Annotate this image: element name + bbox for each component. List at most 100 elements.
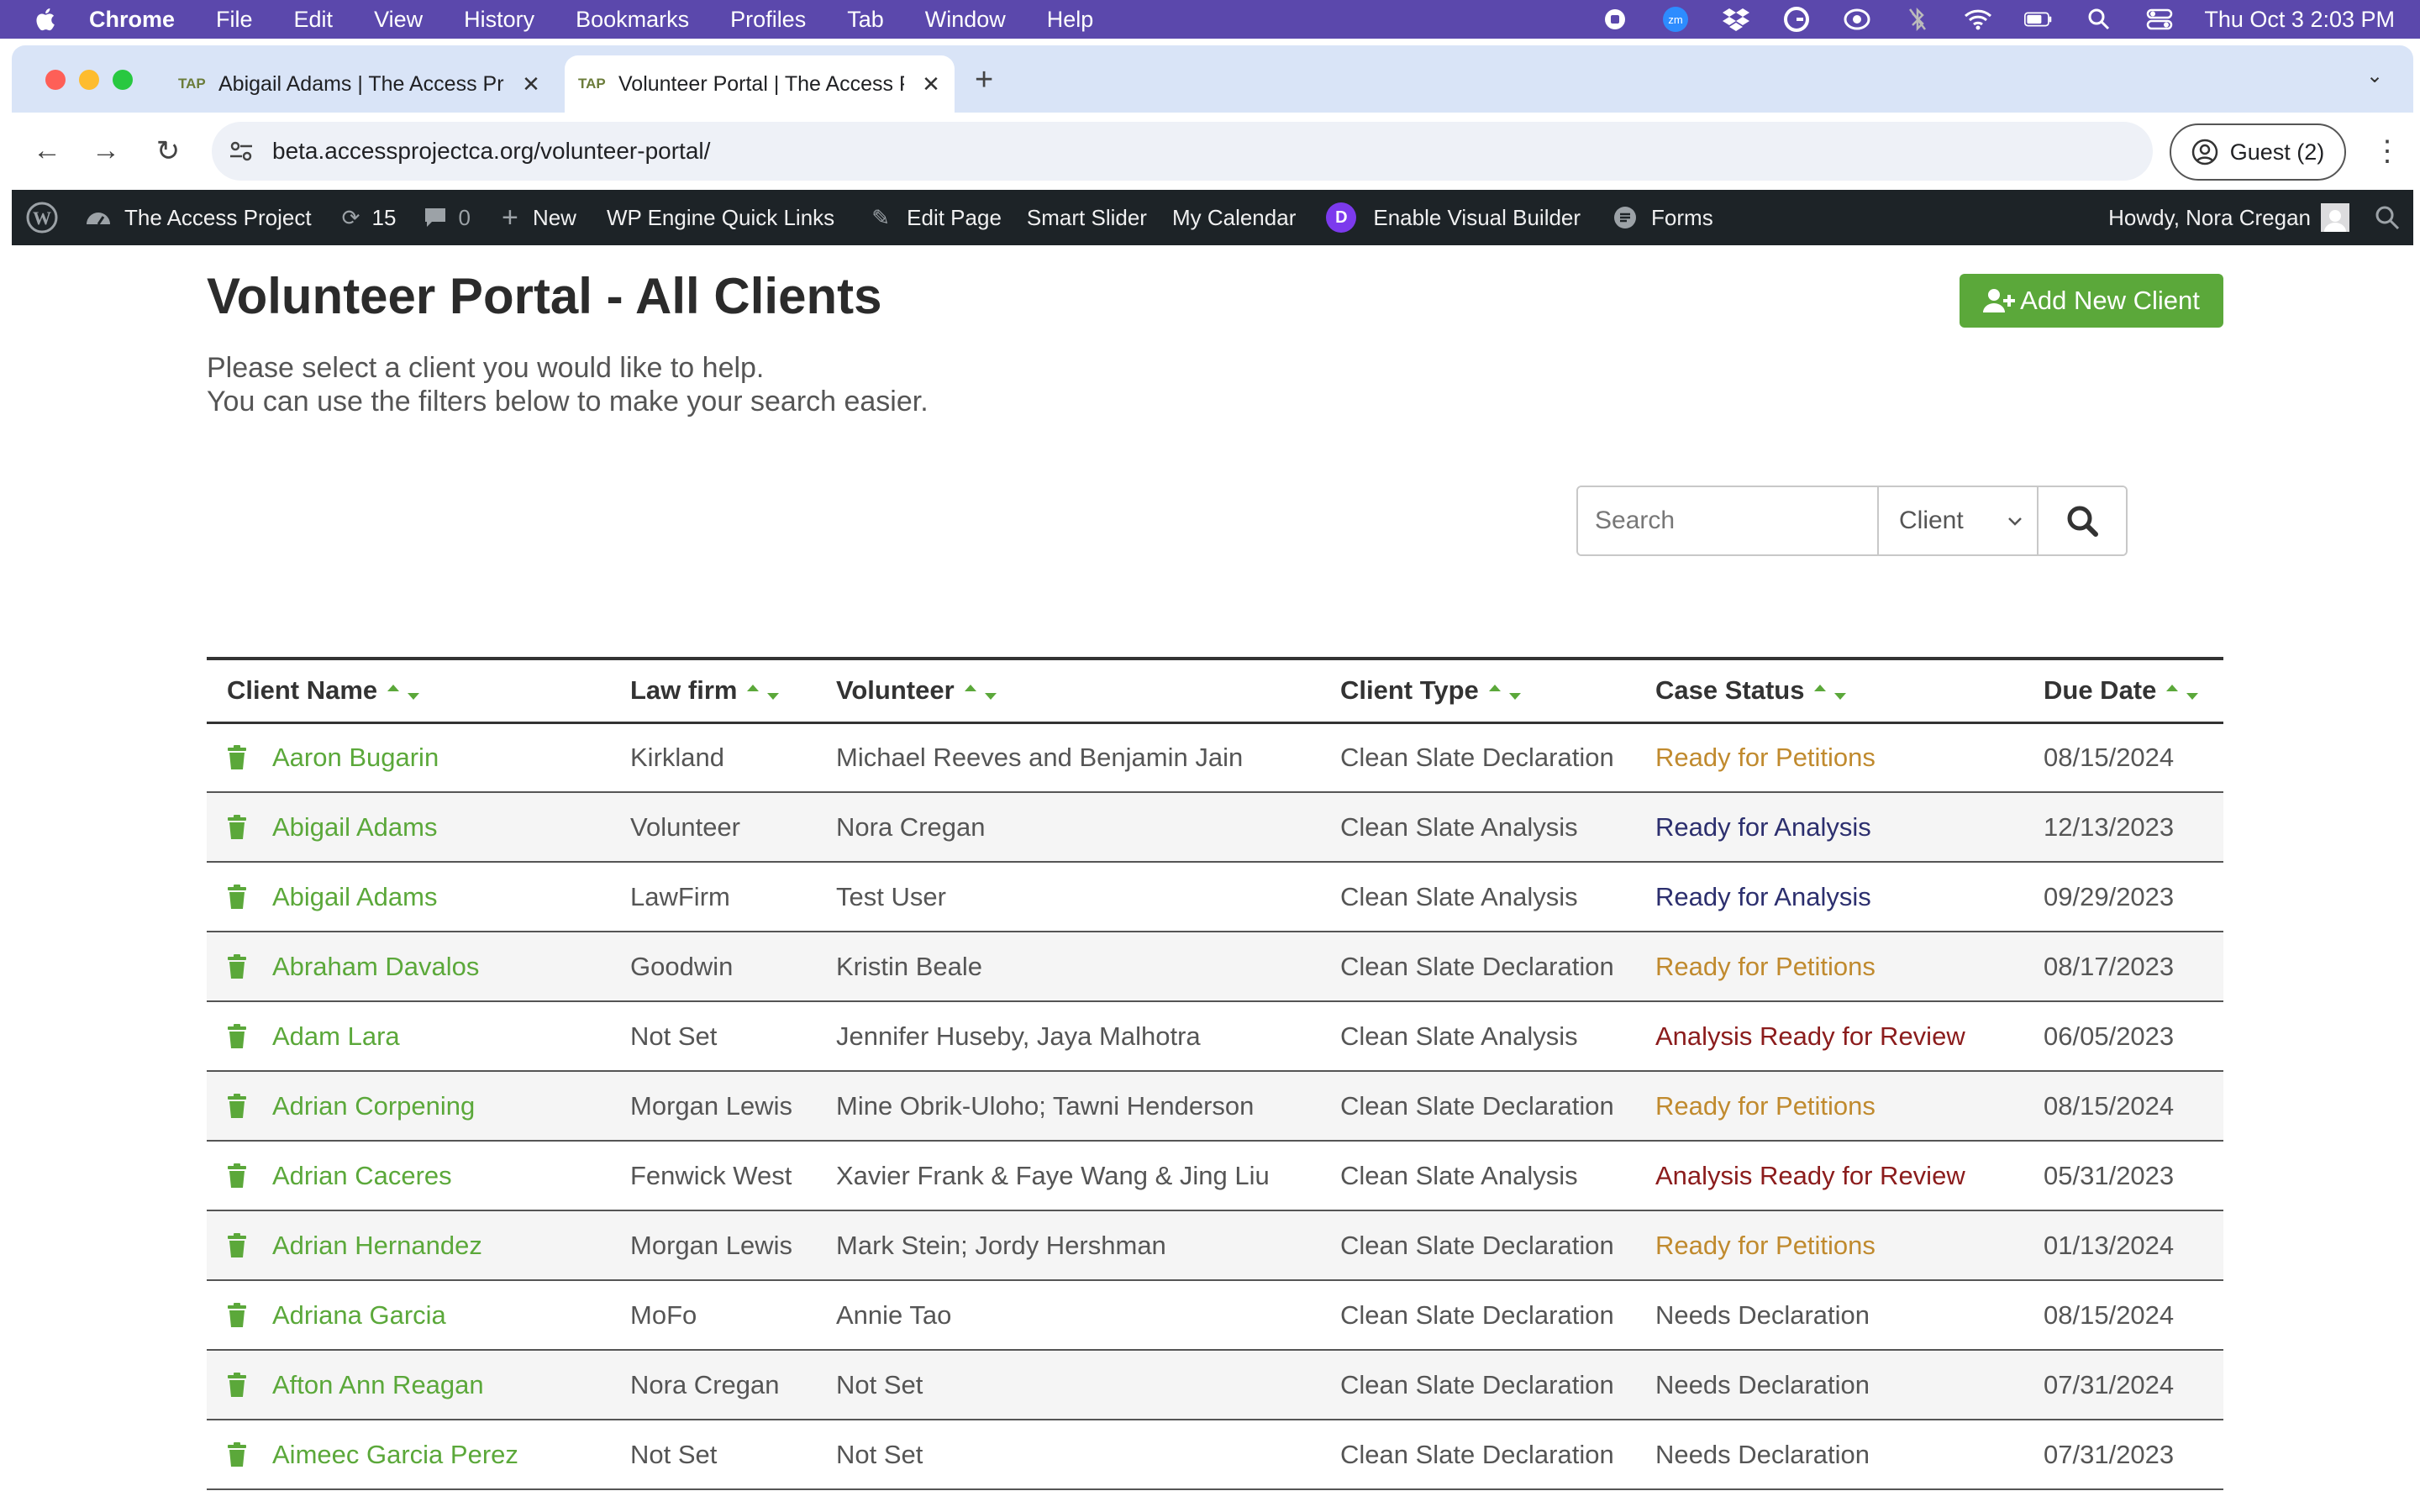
trash-icon[interactable] xyxy=(227,953,247,979)
client-name-link[interactable]: Abigail Adams xyxy=(272,812,437,843)
wp-search-icon[interactable] xyxy=(2375,205,2400,230)
sort-arrows-icon[interactable] xyxy=(1812,683,1849,701)
wp-logo-icon[interactable]: W xyxy=(25,201,59,234)
client-name-link[interactable]: Abraham Davalos xyxy=(272,952,479,982)
search-filter-select[interactable]: Client xyxy=(1879,487,2039,554)
menu-tab[interactable]: Tab xyxy=(847,7,884,33)
menu-window[interactable]: Window xyxy=(925,7,1006,33)
sort-arrows-icon[interactable] xyxy=(963,683,1000,701)
column-header-client-name[interactable]: Client Name xyxy=(207,659,610,722)
wp-my-calendar[interactable]: My Calendar xyxy=(1172,205,1296,231)
client-name-link[interactable]: Adrian Caceres xyxy=(272,1161,452,1191)
chrome-menu-icon[interactable]: ⋮ xyxy=(2373,134,2402,168)
url-text[interactable]: beta.accessprojectca.org/volunteer-porta… xyxy=(272,138,710,165)
tab-title: Abigail Adams | The Access Project xyxy=(218,71,504,96)
wp-site-name[interactable]: The Access Project xyxy=(84,203,312,232)
spotlight-search-icon[interactable] xyxy=(2085,7,2113,32)
client-name-link[interactable]: Afton Ann Reagan xyxy=(272,1370,484,1400)
apple-icon[interactable] xyxy=(32,5,60,34)
menu-app-chrome[interactable]: Chrome xyxy=(89,7,175,33)
client-name-link[interactable]: Adam Lara xyxy=(272,1021,400,1052)
wp-smart-slider[interactable]: Smart Slider xyxy=(1027,205,1147,231)
window-minimize-button[interactable] xyxy=(79,70,99,90)
profile-button[interactable]: Guest (2) xyxy=(2170,123,2346,181)
client-name-link[interactable]: Aimeec Garcia Perez xyxy=(272,1440,518,1470)
sort-arrows-icon[interactable] xyxy=(386,683,423,701)
vpn-icon[interactable] xyxy=(1843,7,1871,32)
site-settings-icon[interactable] xyxy=(229,139,254,164)
intro-line-1: Please select a client you would like to… xyxy=(207,352,765,384)
window-zoom-button[interactable] xyxy=(113,70,133,90)
wifi-icon[interactable] xyxy=(1964,7,1992,32)
trash-icon[interactable] xyxy=(227,1163,247,1189)
forward-arrow-icon[interactable]: → xyxy=(89,134,123,167)
wp-forms[interactable]: Forms xyxy=(1611,203,1713,232)
menu-view[interactable]: View xyxy=(374,7,423,33)
column-header-law-firm[interactable]: Law firm xyxy=(610,659,816,722)
cell-client-type: Clean Slate Analysis xyxy=(1320,792,1635,863)
back-arrow-icon[interactable]: ← xyxy=(30,134,64,167)
wp-edit-page[interactable]: ✎ Edit Page xyxy=(866,203,1002,232)
sort-arrows-icon[interactable] xyxy=(2165,683,2202,701)
sort-arrows-icon[interactable] xyxy=(745,683,782,701)
sort-arrows-icon[interactable] xyxy=(1487,683,1524,701)
trash-icon[interactable] xyxy=(227,1093,247,1119)
trash-icon[interactable] xyxy=(227,1023,247,1049)
client-name-link[interactable]: Abigail Adams xyxy=(272,882,437,912)
menu-history[interactable]: History xyxy=(464,7,534,33)
menu-help[interactable]: Help xyxy=(1047,7,1094,33)
window-close-button[interactable] xyxy=(45,70,66,90)
cell-client-name: Abigail Adams xyxy=(207,792,610,863)
column-header-due-date[interactable]: Due Date xyxy=(2023,659,2223,722)
client-name-link[interactable]: Aaron Bugarin xyxy=(272,743,439,773)
tab-close-icon[interactable]: ✕ xyxy=(521,71,541,97)
search-submit-button[interactable] xyxy=(2039,487,2126,554)
column-label: Client Type xyxy=(1340,675,1479,706)
grammarly-icon[interactable] xyxy=(1782,7,1811,32)
trash-icon[interactable] xyxy=(227,1302,247,1328)
wp-enable-visual-builder[interactable]: D Enable Visual Builder xyxy=(1326,202,1581,233)
trash-icon[interactable] xyxy=(227,814,247,840)
wp-updates[interactable]: ⟳ 15 xyxy=(337,203,397,232)
zoom-icon[interactable]: zm xyxy=(1661,7,1690,32)
tab-volunteer-portal[interactable]: TAP Volunteer Portal | The Access Projec… xyxy=(565,55,955,113)
column-header-volunteer[interactable]: Volunteer xyxy=(816,659,1320,722)
wp-new[interactable]: + New xyxy=(496,202,576,234)
cell-due-date: 08/15/2024 xyxy=(2023,1071,2223,1142)
cell-volunteer: Not Set xyxy=(816,1350,1320,1420)
trash-icon[interactable] xyxy=(227,744,247,770)
wp-engine-quick-links[interactable]: WP Engine Quick Links xyxy=(607,205,834,231)
client-name-link[interactable]: Adriana Garcia xyxy=(272,1300,446,1331)
bluetooth-off-icon[interactable] xyxy=(1903,7,1932,32)
trash-icon[interactable] xyxy=(227,1372,247,1398)
record-icon[interactable] xyxy=(1601,7,1629,32)
client-name-link[interactable]: Adrian Hernandez xyxy=(272,1231,482,1261)
dropbox-icon[interactable] xyxy=(1722,7,1750,32)
wp-comments[interactable]: 0 xyxy=(421,203,471,232)
trash-icon[interactable] xyxy=(227,1441,247,1467)
add-new-client-button[interactable]: Add New Client xyxy=(1960,274,2223,328)
search-input[interactable] xyxy=(1578,487,1879,554)
table-row: Aimeec Garcia Perez Not Set Not Set Clean S… xyxy=(207,1420,2223,1490)
trash-icon[interactable] xyxy=(227,1232,247,1258)
menu-edit[interactable]: Edit xyxy=(294,7,334,33)
address-bar[interactable]: beta.accessprojectca.org/volunteer-porta… xyxy=(212,122,2153,181)
menu-profiles[interactable]: Profiles xyxy=(730,7,806,33)
trash-icon[interactable] xyxy=(227,884,247,910)
battery-icon[interactable] xyxy=(2024,7,2053,32)
reload-icon[interactable]: ↻ xyxy=(151,134,185,168)
control-center-icon[interactable] xyxy=(2145,7,2174,32)
cell-law-firm: Volunteer xyxy=(610,792,816,863)
menubar-clock[interactable]: Thu Oct 3 2:03 PM xyxy=(2204,7,2395,33)
wp-my-account[interactable]: Howdy, Nora Cregan xyxy=(2108,203,2349,232)
tab-abigail-adams[interactable]: TAP Abigail Adams | The Access Project ✕ xyxy=(165,55,555,113)
new-tab-icon[interactable]: + xyxy=(975,62,993,98)
tab-search-chevron-icon[interactable]: ⌄ xyxy=(2366,64,2383,88)
tab-close-icon[interactable]: ✕ xyxy=(921,71,941,97)
column-header-case-status[interactable]: Case Status xyxy=(1635,659,2023,722)
column-header-client-type[interactable]: Client Type xyxy=(1320,659,1635,722)
menu-file[interactable]: File xyxy=(216,7,253,33)
menu-bookmarks[interactable]: Bookmarks xyxy=(576,7,689,33)
macos-menu-bar: Chrome File Edit View History Bookmarks … xyxy=(0,0,2420,39)
client-name-link[interactable]: Adrian Corpening xyxy=(272,1091,475,1121)
